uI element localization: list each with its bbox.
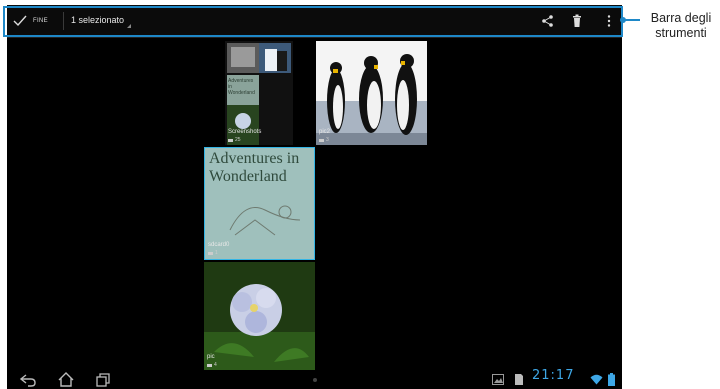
done-button[interactable]: FINE xyxy=(13,12,48,30)
divider xyxy=(63,12,64,30)
action-bar: FINE 1 selezionato xyxy=(7,5,622,38)
book-cover-title: Adventures in Wonderland xyxy=(209,150,300,185)
selection-count-dropdown[interactable]: 1 selezionato xyxy=(71,15,124,25)
system-navigation-bar xyxy=(7,371,622,389)
status-clock: 21:17 xyxy=(532,368,575,383)
folder-icon xyxy=(228,138,233,142)
album-count: 25 xyxy=(228,137,241,143)
album-count: 1 xyxy=(208,250,218,256)
album-tile-pic2[interactable]: pic2 3 xyxy=(316,41,427,145)
book-illustration xyxy=(229,205,301,236)
done-label: FINE xyxy=(33,18,48,24)
folder-icon xyxy=(208,251,213,255)
home-icon[interactable] xyxy=(57,372,75,387)
gallery-notification-icon xyxy=(492,374,504,385)
callout-line xyxy=(622,19,640,21)
dropdown-corner-icon xyxy=(127,24,131,28)
tablet-screen: FINE 1 selezionato Adventures in Wonderl… xyxy=(7,5,622,389)
flowers-thumbnail xyxy=(204,262,315,370)
wifi-icon xyxy=(590,374,603,385)
share-icon[interactable] xyxy=(540,13,556,29)
folder-icon xyxy=(207,363,212,367)
album-tile-sdcard0[interactable]: Adventures in Wonderland sdcard0 1 xyxy=(204,147,315,260)
penguins-thumbnail xyxy=(316,41,427,145)
recent-apps-icon[interactable] xyxy=(95,372,111,387)
document-notification-icon xyxy=(515,374,523,385)
album-tile-screenshots[interactable]: Adventures in Wonderland Screenshots 25 xyxy=(225,41,293,145)
back-icon[interactable] xyxy=(19,373,37,387)
album-count: 3 xyxy=(319,137,329,143)
page-indicator-dot xyxy=(313,378,317,382)
album-name: sdcard0 xyxy=(208,242,230,248)
album-tile-pic[interactable]: pic 4 xyxy=(204,262,315,370)
album-count: 4 xyxy=(207,362,217,368)
toolbar-annotation-label: Barra degli strumenti xyxy=(650,11,712,40)
overflow-menu-icon[interactable] xyxy=(601,13,617,29)
check-icon xyxy=(13,15,27,27)
album-name: pic xyxy=(207,354,215,360)
album-name: pic2 xyxy=(319,129,331,135)
mini-thumbnail-text: Adventures in Wonderland xyxy=(228,78,255,96)
trash-icon[interactable] xyxy=(569,13,585,29)
album-name: Screenshots xyxy=(228,129,262,135)
battery-icon xyxy=(608,373,615,386)
folder-icon xyxy=(319,138,324,142)
